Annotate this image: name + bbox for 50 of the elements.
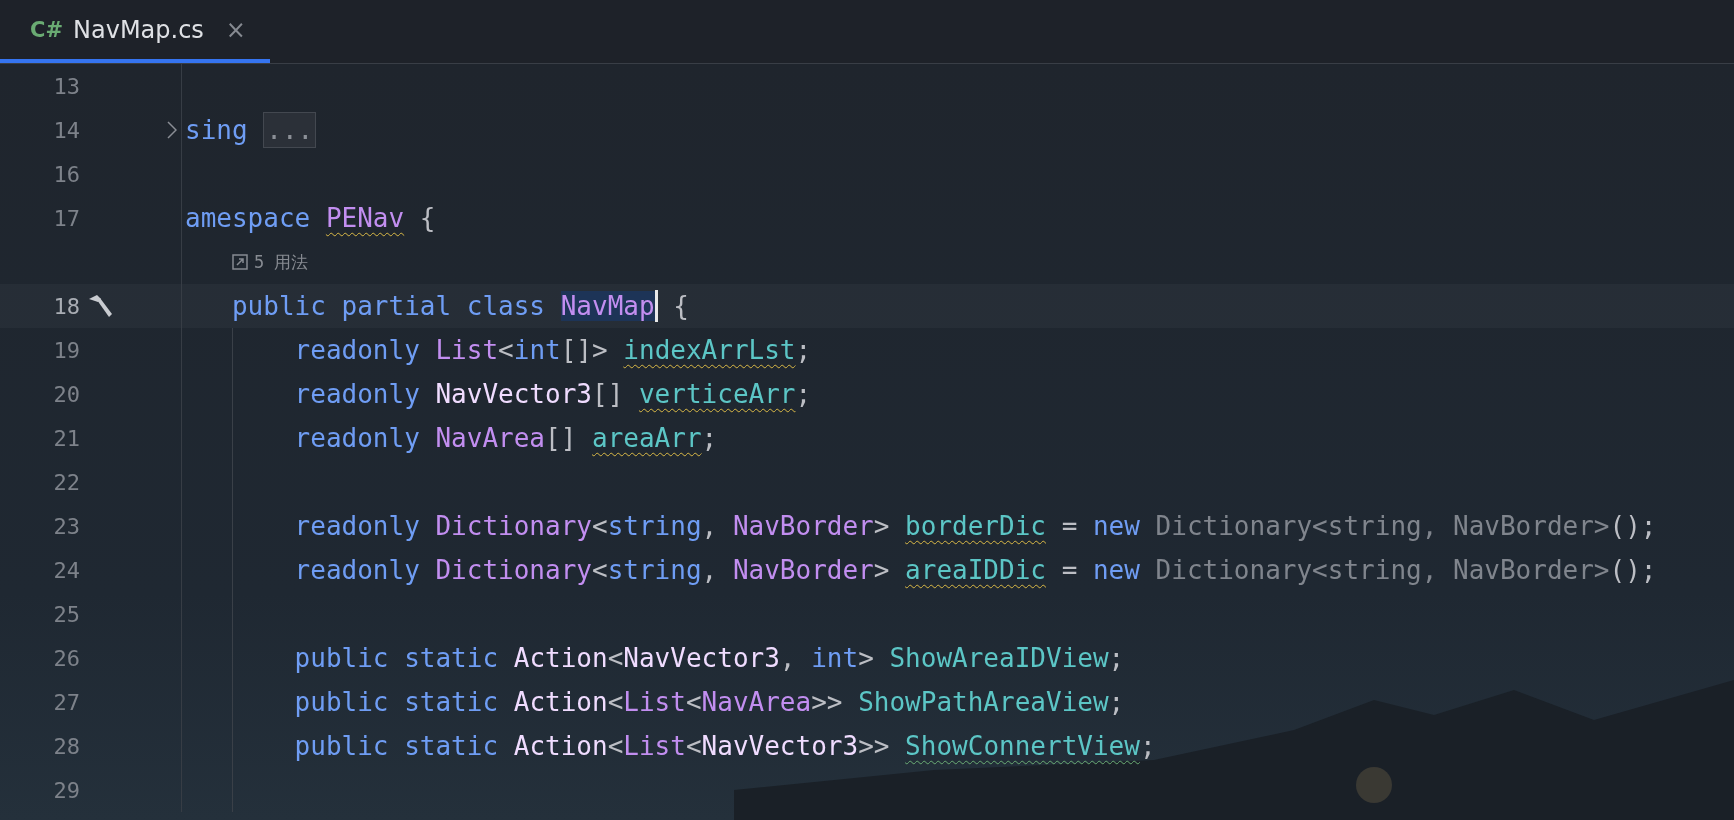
code-text: public static Action<NavVector3, int> ShowAreaIDView; — [293, 643, 1125, 673]
folded-code-button[interactable]: ... — [263, 112, 317, 148]
line-number: 20 — [52, 381, 80, 407]
line-number: 14 — [52, 117, 80, 143]
line-number: 27 — [52, 689, 80, 715]
line-number: 26 — [52, 645, 80, 671]
close-tab-button[interactable]: × — [225, 15, 246, 44]
code-text: ; — [1139, 731, 1156, 761]
warning-underlined-identifier: areaArr — [592, 423, 702, 453]
code-text: ; — [795, 379, 812, 409]
usages-hint[interactable]: 5 用法 — [254, 250, 309, 274]
code-text: public partial class — [230, 291, 547, 321]
line-number: 16 — [52, 161, 80, 187]
line-number: 13 — [52, 73, 80, 99]
code-text: readonly NavArea[] — [293, 423, 578, 453]
code-text: = new Dictionary<string, NavBorder>(); — [1060, 555, 1657, 585]
usages-icon — [232, 254, 248, 270]
text-caret — [654, 290, 658, 322]
line-number: 21 — [52, 425, 80, 451]
code-text: ; — [701, 423, 718, 453]
code-text: readonly List<int[]> — [293, 335, 609, 365]
code-text: { — [418, 203, 436, 233]
code-text: = new Dictionary<string, NavBorder>(); — [1060, 511, 1657, 541]
chevron-right-icon[interactable] — [167, 121, 177, 139]
warning-underlined-identifier: areaIDDic — [905, 555, 1046, 585]
selected-text: NavMap — [560, 291, 655, 321]
line-number: 23 — [52, 513, 80, 539]
code-text: ; — [795, 335, 812, 365]
code-text: { — [672, 291, 689, 321]
line-number: 25 — [52, 601, 80, 627]
code-text: public static Action<List<NavArea>> ShowPathAreaView; — [293, 687, 1125, 717]
code-text: readonly Dictionary<string, NavBorder> — [293, 511, 891, 541]
line-number: 29 — [52, 777, 80, 803]
code-text: public static Action<List<NavVector3>> — [293, 731, 891, 761]
code-text: readonly NavVector3[] — [293, 379, 625, 409]
line-number: 24 — [52, 557, 80, 583]
line-number: 28 — [52, 733, 80, 759]
warning-underlined-identifier: verticeArr — [638, 379, 796, 409]
line-number: 19 — [52, 337, 80, 363]
code-text: amespace — [185, 203, 312, 233]
typo-underlined-identifier: ShowConnertView — [905, 731, 1140, 761]
code-text: sing — [185, 115, 249, 145]
warning-underlined-identifier: PENav — [325, 203, 405, 233]
code-text: readonly Dictionary<string, NavBorder> — [293, 555, 891, 585]
warning-underlined-identifier: indexArrLst — [623, 335, 796, 365]
line-number: 18 — [52, 293, 80, 319]
line-number: 22 — [52, 469, 80, 495]
line-number: 17 — [52, 205, 80, 231]
csharp-file-icon: C# — [30, 17, 63, 42]
warning-underlined-identifier: borderDic — [905, 511, 1046, 541]
